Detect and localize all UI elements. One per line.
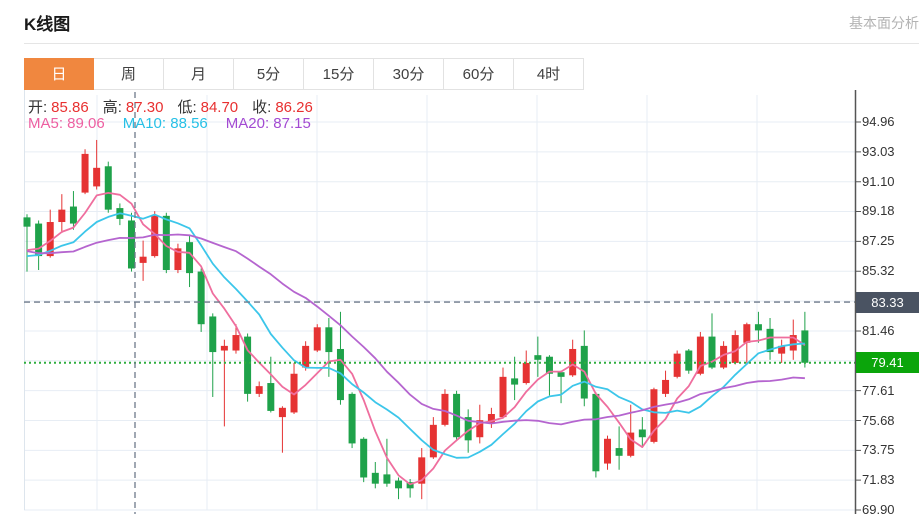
- candle-body: [267, 383, 274, 411]
- candle-body: [616, 448, 623, 456]
- candle-body: [349, 394, 356, 444]
- ma-legend-item: MA10: 88.56: [123, 115, 208, 132]
- candle-body: [430, 425, 437, 458]
- candle-body: [685, 351, 692, 371]
- candle-body: [186, 242, 193, 273]
- candle-body: [383, 474, 390, 483]
- candle-body: [500, 377, 507, 417]
- candle-body: [302, 346, 309, 368]
- crosshair-price-badge: 83.33: [856, 292, 919, 313]
- ohlc-label: 高:: [103, 99, 122, 116]
- candle-body: [221, 346, 228, 351]
- candle-body: [743, 324, 750, 343]
- candle-body: [232, 335, 239, 350]
- y-tick-label: 85.32: [862, 263, 895, 278]
- ma-readout: MA5: 89.06 MA10: 88.56 MA20: 87.15: [28, 115, 329, 132]
- candle-body: [697, 337, 704, 374]
- candle-body: [93, 168, 100, 187]
- candle-body: [24, 217, 31, 226]
- y-tick-label: 94.96: [862, 114, 895, 129]
- y-tick-label: 89.18: [862, 203, 895, 218]
- candle-body: [360, 439, 367, 478]
- ohlc-readout: 开:85.86 高:87.30 低: 84.70 收:86.26: [28, 96, 327, 117]
- candle-body: [128, 220, 135, 268]
- candle-body: [674, 354, 681, 377]
- ohlc-value: 85.86: [51, 99, 89, 116]
- ma10-line: [27, 213, 805, 457]
- candle-body: [395, 481, 402, 489]
- candle-body: [523, 363, 530, 383]
- candle-body: [558, 372, 565, 377]
- candle-body: [58, 210, 65, 222]
- candle-body: [140, 257, 147, 263]
- candle-body: [35, 224, 42, 257]
- candle-body: [279, 408, 286, 417]
- y-tick-label: 77.61: [862, 383, 895, 398]
- candle-body: [256, 386, 263, 394]
- y-tick-label: 93.03: [862, 144, 895, 159]
- candle-body: [639, 429, 646, 437]
- y-tick-label: 91.10: [862, 174, 895, 189]
- candle-body: [82, 154, 89, 193]
- kline-chart-app: K线图 基本面分析 日周月5分15分30分60分4时 开:85.86高:87.3…: [0, 0, 919, 514]
- y-tick-label: 87.25: [862, 233, 895, 248]
- candle-body: [198, 272, 205, 325]
- candle-body: [325, 327, 332, 352]
- candle-body: [441, 394, 448, 425]
- candle-body: [801, 330, 808, 362]
- candle-body: [209, 316, 216, 352]
- y-tick-label: 75.68: [862, 413, 895, 428]
- candle-body: [662, 380, 669, 394]
- ohlc-value: 84.70: [201, 99, 239, 116]
- candle-body: [592, 394, 599, 471]
- last-price-badge: 79.41: [856, 352, 919, 373]
- candle-body: [70, 207, 77, 224]
- ma20-line: [27, 235, 805, 425]
- ohlc-label: 收:: [252, 99, 271, 116]
- ohlc-value: 86.26: [275, 99, 313, 116]
- candle-body: [372, 473, 379, 484]
- ma-legend-item: MA20: 87.15: [226, 115, 311, 132]
- y-tick-label: 73.75: [862, 442, 895, 457]
- y-tick-label: 71.83: [862, 472, 895, 487]
- y-tick-label: 69.90: [862, 502, 895, 514]
- candle-body: [314, 327, 321, 350]
- candle-body: [604, 439, 611, 464]
- candle-body: [534, 355, 541, 360]
- y-tick-label: 81.46: [862, 323, 895, 338]
- candlestick-chart-canvas[interactable]: [0, 0, 919, 514]
- candle-body: [755, 324, 762, 330]
- ohlc-label: 开:: [28, 99, 47, 116]
- ma-legend-item: MA5: 89.06: [28, 115, 105, 132]
- ohlc-value: 87.30: [126, 99, 164, 116]
- candle-body: [511, 378, 518, 384]
- candle-body: [105, 166, 112, 209]
- ohlc-label: 低:: [177, 99, 196, 116]
